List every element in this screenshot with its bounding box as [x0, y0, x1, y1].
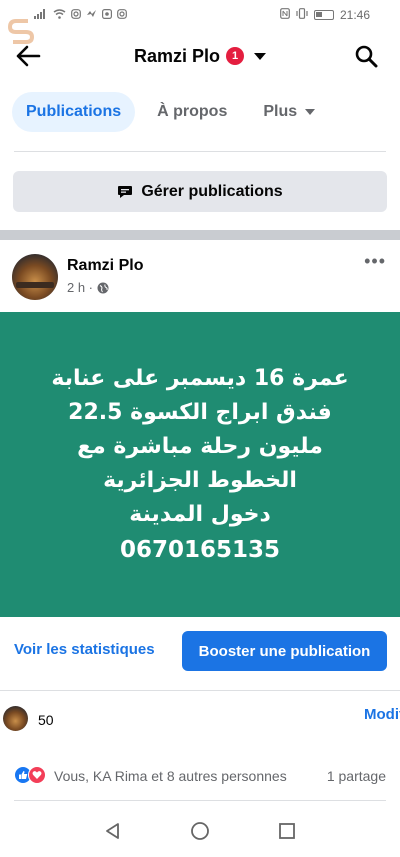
reaction-icons	[14, 766, 48, 784]
circle-home-icon	[191, 822, 209, 840]
reactions-summary: Vous, KA Rima et 8 autres personnes	[54, 768, 287, 784]
page-name-dropdown[interactable]: Ramzi Plo 1	[133, 45, 267, 67]
manage-publications-button[interactable]: Gérer publications	[13, 171, 387, 212]
shares-count[interactable]: 1 partage	[327, 768, 386, 784]
more-options-button[interactable]: •••	[364, 252, 386, 270]
status-left	[34, 8, 127, 22]
avatar	[3, 706, 28, 731]
square-recents-icon	[278, 823, 295, 839]
page-name: Ramzi Plo	[133, 45, 221, 66]
nfc-icon	[280, 8, 290, 22]
divider	[14, 151, 386, 152]
boost-publication-button[interactable]: Booster une publication	[182, 631, 387, 671]
notification-badge: 1	[226, 47, 245, 65]
back-arrow-icon	[16, 45, 41, 67]
instagram-icon	[117, 8, 127, 22]
post-image-line: عمرة 16 ديسمبر على عنابة	[51, 365, 349, 391]
tab-plus[interactable]: Plus	[249, 92, 329, 132]
chat-bubble-icon	[118, 185, 133, 198]
reach-row: 50 Modifier	[0, 700, 400, 740]
triangle-back-icon	[106, 823, 120, 839]
view-statistics-link[interactable]: Voir les statistiques	[14, 641, 155, 658]
post-image-line: دخول المدينة	[129, 501, 271, 527]
post-time: 2 h ·	[67, 280, 94, 295]
tab-a-propos[interactable]: À propos	[143, 92, 241, 132]
status-bar: 21:46	[0, 0, 400, 30]
back-button[interactable]	[12, 40, 44, 72]
post-image[interactable]: عمرة 16 ديسمبر على عنابة فندق ابراج الكس…	[0, 312, 400, 617]
status-time: 21:46	[339, 8, 370, 22]
divider	[0, 690, 400, 695]
avatar[interactable]	[12, 254, 58, 300]
post-author[interactable]: Ramzi Plo	[67, 257, 143, 275]
vibrate-icon	[296, 8, 308, 22]
search-button[interactable]	[350, 40, 382, 72]
nav-home-button[interactable]	[184, 815, 216, 847]
wifi-icon	[53, 8, 66, 22]
post-image-line: مليون رحلة مباشرة مع	[77, 433, 323, 459]
manage-publications-label: Gérer publications	[141, 182, 283, 200]
search-icon	[355, 45, 378, 68]
chevron-down-icon	[305, 109, 316, 115]
section-separator	[0, 230, 400, 240]
page-tabs: Publications À propos Plus	[12, 90, 329, 134]
post-image-line: الخطوط الجزائرية	[103, 467, 297, 493]
tab-publications[interactable]: Publications	[12, 92, 136, 132]
divider	[14, 800, 386, 801]
battery-icon	[313, 10, 334, 20]
nav-back-button[interactable]	[97, 815, 129, 847]
post-image-line: فندق ابراج الكسوة 22.5	[68, 399, 332, 425]
system-nav-bar	[0, 805, 400, 857]
tab-plus-label: Plus	[263, 103, 298, 120]
post-image-phone: 0670165135	[119, 536, 281, 563]
post-header: Ramzi Plo 2 h · •••	[0, 240, 400, 312]
camera-icon	[102, 8, 113, 22]
post-meta: 2 h ·	[67, 280, 109, 295]
instagram-icon	[71, 8, 81, 22]
reach-count: 50	[38, 712, 54, 728]
nav-recents-button[interactable]	[271, 815, 303, 847]
page-header: Ramzi Plo 1	[0, 30, 400, 82]
reactions-row[interactable]: Vous, KA Rima et 8 autres personnes 1 pa…	[0, 762, 400, 790]
love-reaction-icon	[28, 766, 46, 784]
globe-icon	[97, 282, 109, 293]
status-right: 21:46	[280, 8, 370, 22]
modify-link[interactable]: Modifier	[364, 707, 400, 737]
chevron-down-icon	[254, 52, 267, 60]
messenger-icon	[86, 9, 97, 22]
